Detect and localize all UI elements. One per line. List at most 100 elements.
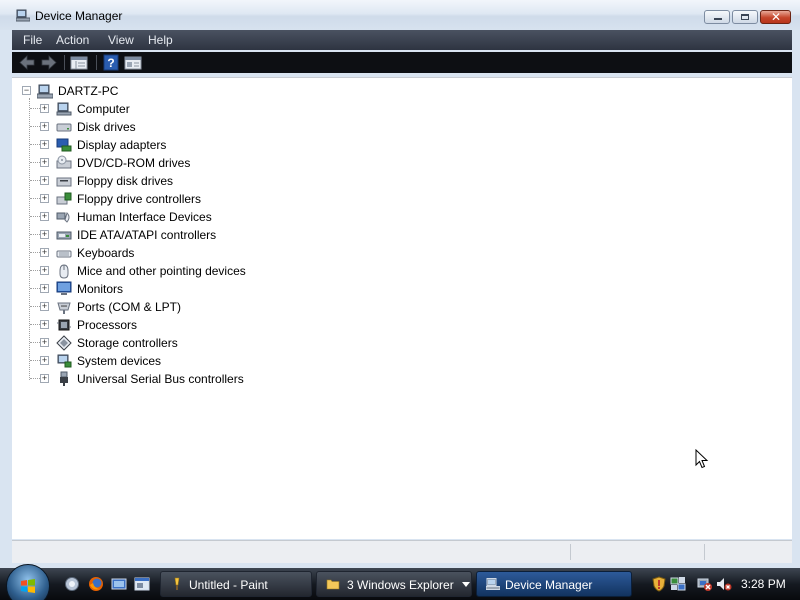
- network-disconnected-icon[interactable]: [697, 576, 713, 592]
- tree-item-ports-com-lpt[interactable]: + Ports (COM & LPT): [30, 298, 300, 316]
- tree-item-computer[interactable]: + Computer: [30, 100, 300, 118]
- task-label: Untitled - Paint: [189, 578, 268, 592]
- tree-item-label: Monitors: [77, 282, 124, 296]
- tree-item-human-interface-devices[interactable]: + Human Interface Devices: [30, 208, 300, 226]
- expand-toggle[interactable]: +: [40, 302, 49, 311]
- switch-windows-icon[interactable]: [111, 576, 127, 592]
- expand-toggle[interactable]: +: [40, 266, 49, 275]
- window-icon[interactable]: [134, 576, 150, 592]
- menu-help[interactable]: Help: [144, 32, 177, 48]
- network-icon[interactable]: [670, 576, 686, 592]
- forward-arrow-icon[interactable]: [40, 54, 58, 71]
- taskbar: Untitled - Paint 3 Windows Explorer Devi…: [0, 564, 800, 600]
- tree-item-universal-serial-bus-controllers[interactable]: + Universal Serial Bus controllers: [30, 370, 300, 388]
- monitor-icon: [56, 281, 72, 295]
- tree-connector: [30, 198, 40, 199]
- tree-item-ide-ata-atapi-controllers[interactable]: + IDE ATA/ATAPI controllers: [30, 226, 300, 244]
- tree-item-label: Keyboards: [77, 246, 135, 260]
- volume-muted-icon[interactable]: [716, 576, 732, 592]
- tree-connector: [30, 270, 40, 271]
- tree-connector: [30, 342, 40, 343]
- minimize-button[interactable]: [704, 10, 730, 24]
- tree-root[interactable]: − DARTZ-PC: [22, 82, 222, 100]
- tree-item-processors[interactable]: + Processors: [30, 316, 300, 334]
- clock[interactable]: 3:28 PM: [741, 577, 786, 591]
- tree-connector: [30, 252, 40, 253]
- status-bar: [12, 540, 792, 563]
- maximize-icon: [741, 14, 749, 20]
- floppy-drive-icon: [56, 177, 72, 187]
- windows-start-orb-icon: [21, 579, 35, 593]
- hid-icon: [56, 212, 70, 223]
- toolbar: ?: [12, 52, 792, 73]
- mouse-icon: [59, 264, 69, 279]
- tree-item-floppy-disk-drives[interactable]: + Floppy disk drives: [30, 172, 300, 190]
- menu-file[interactable]: File: [19, 32, 46, 48]
- task-untitled-paint[interactable]: Untitled - Paint: [160, 571, 312, 597]
- show-desktop-icon[interactable]: [64, 576, 80, 592]
- window-title: Device Manager: [35, 9, 123, 23]
- tree-item-dvd-cd-rom-drives[interactable]: + DVD/CD-ROM drives: [30, 154, 300, 172]
- tree-item-label: Storage controllers: [77, 336, 178, 350]
- expand-toggle[interactable]: +: [40, 122, 49, 131]
- svg-text:?: ?: [107, 56, 114, 70]
- expand-toggle[interactable]: +: [40, 176, 49, 185]
- help-icon[interactable]: ?: [103, 54, 119, 71]
- expand-toggle[interactable]: +: [40, 194, 49, 203]
- expand-toggle[interactable]: +: [40, 212, 49, 221]
- tree-item-monitors[interactable]: + Monitors: [30, 280, 300, 298]
- tree-connector: [30, 360, 40, 361]
- expand-toggle[interactable]: +: [40, 356, 49, 365]
- task-label: Device Manager: [505, 578, 593, 592]
- chevron-down-icon[interactable]: [462, 582, 470, 587]
- tree-item-label: Disk drives: [77, 120, 136, 134]
- expand-toggle[interactable]: +: [40, 248, 49, 257]
- title-bar[interactable]: Device Manager ✕: [0, 0, 800, 30]
- security-shield-icon[interactable]: [651, 576, 667, 592]
- expand-toggle[interactable]: +: [40, 338, 49, 347]
- folder-icon: [326, 579, 340, 590]
- tree-item-mice-and-other-pointing-devices[interactable]: + Mice and other pointing devices: [30, 262, 300, 280]
- tree-item-storage-controllers[interactable]: + Storage controllers: [30, 334, 300, 352]
- floppy-controller-icon: [56, 192, 72, 205]
- properties-icon[interactable]: [70, 54, 88, 71]
- tree-connector: [30, 180, 40, 181]
- tree-item-keyboards[interactable]: + Keyboards: [30, 244, 300, 262]
- tree-item-label: Mice and other pointing devices: [77, 264, 246, 278]
- port-icon: [57, 302, 71, 314]
- keyboard-icon: [56, 250, 72, 258]
- expand-toggle[interactable]: +: [40, 230, 49, 239]
- tree-item-disk-drives[interactable]: + Disk drives: [30, 118, 300, 136]
- tree-item-system-devices[interactable]: + System devices: [30, 352, 300, 370]
- expand-toggle[interactable]: +: [40, 140, 49, 149]
- task-windows-explorer[interactable]: 3 Windows Explorer: [316, 571, 472, 597]
- tree-item-label: System devices: [77, 354, 162, 368]
- processor-icon: [57, 319, 71, 331]
- back-arrow-icon[interactable]: [18, 54, 36, 71]
- status-divider: [570, 544, 571, 560]
- tree-item-display-adapters[interactable]: + Display adapters: [30, 136, 300, 154]
- task-device-manager[interactable]: Device Manager: [476, 571, 632, 597]
- close-button[interactable]: ✕: [760, 10, 791, 24]
- expand-toggle[interactable]: +: [40, 374, 49, 383]
- maximize-button[interactable]: [732, 10, 758, 24]
- tree-root-label: DARTZ-PC: [58, 84, 119, 98]
- start-button[interactable]: [6, 564, 50, 600]
- console-tree-icon[interactable]: [124, 54, 142, 71]
- firefox-icon[interactable]: [88, 576, 104, 592]
- expand-toggle[interactable]: +: [40, 158, 49, 167]
- collapse-toggle[interactable]: −: [22, 86, 31, 95]
- menu-view[interactable]: View: [104, 32, 138, 48]
- tree-connector: [29, 98, 30, 380]
- tree-item-floppy-drive-controllers[interactable]: + Floppy drive controllers: [30, 190, 300, 208]
- device-tree: − DARTZ-PC + Computer + Disk drives + Display…: [12, 77, 792, 539]
- device-manager-icon: [16, 9, 30, 22]
- expand-toggle[interactable]: +: [40, 320, 49, 329]
- expand-toggle[interactable]: +: [40, 104, 49, 113]
- tree-connector: [30, 144, 40, 145]
- computer-icon: [56, 102, 72, 116]
- expand-toggle[interactable]: +: [40, 284, 49, 293]
- menu-action[interactable]: Action: [52, 32, 93, 48]
- tree-connector: [30, 162, 40, 163]
- tree-item-label: Ports (COM & LPT): [77, 300, 182, 314]
